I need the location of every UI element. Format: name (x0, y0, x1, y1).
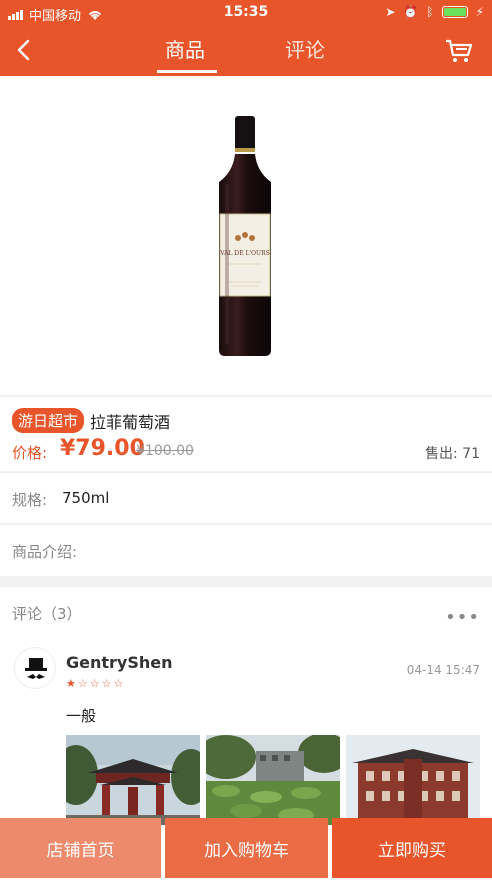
charging-icon: ⚡ (475, 5, 484, 19)
spec-row: 规格: 750ml (0, 472, 492, 523)
back-icon[interactable] (14, 38, 34, 62)
lotus-pond-photo (206, 735, 340, 825)
top-hat-icon (25, 658, 47, 679)
review-photo[interactable] (206, 735, 340, 825)
review-photo[interactable] (66, 735, 200, 825)
buy-now-button[interactable]: 立即购买 (332, 818, 492, 878)
gate-photo (66, 735, 200, 825)
product-info: 游日超市 拉菲葡萄酒 价格: ¥79.00 ¥100.00 售出: 71 (0, 397, 492, 471)
alarm-icon: ⏰ (403, 5, 419, 19)
review-username: GentryShen (66, 653, 173, 672)
bluetooth-icon: ᛒ (426, 5, 434, 19)
review-photo[interactable] (346, 735, 480, 825)
spec-label: 规格: (12, 491, 48, 509)
tab-review[interactable]: 评论 (285, 34, 325, 63)
add-to-cart-button[interactable]: 加入购物车 (165, 818, 328, 878)
shop-home-button[interactable]: 店铺首页 (0, 818, 161, 878)
avatar (14, 647, 56, 689)
status-bar: 中国移动 15:35 ➤ ⏰ ᛒ ⚡ (0, 0, 492, 26)
status-right: ➤ ⏰ ᛒ ⚡ (385, 5, 484, 19)
review-date: 04-14 15:47 (406, 663, 480, 677)
tab-indicator (157, 70, 217, 73)
star-empty-icon: ☆ (77, 677, 90, 690)
sold-count: 售出: 71 (425, 446, 480, 462)
review-text: 一般 (66, 707, 97, 725)
star-filled-icon: ★ (66, 677, 78, 690)
product-price: ¥79.00 (60, 436, 145, 461)
more-icon[interactable]: ••• (445, 607, 480, 628)
wine-bottle-image: VAL DE L'OURS (219, 116, 271, 356)
cart-icon[interactable] (444, 38, 474, 64)
original-price: ¥100.00 (136, 443, 194, 459)
star-empty-icon: ☆ (89, 677, 102, 690)
building-photo (346, 735, 480, 825)
product-name: 拉菲葡萄酒 (90, 413, 171, 432)
intro-label: 商品介绍: (12, 543, 78, 561)
star-empty-icon: ☆ (113, 677, 126, 690)
location-icon: ➤ (385, 5, 396, 19)
star-empty-icon: ☆ (101, 677, 114, 690)
reviews-title: 评论（3） (12, 605, 82, 623)
battery-icon (441, 6, 468, 18)
spec-value: 750ml (62, 489, 110, 507)
nav-bar: 商品 评论 (0, 26, 492, 76)
review-rating: ★☆☆☆☆ (66, 677, 125, 690)
price-label: 价格: (12, 444, 48, 462)
bottom-action-bar: 店铺首页 加入购物车 立即购买 (0, 818, 492, 878)
product-image-area[interactable]: VAL DE L'OURS (0, 76, 492, 396)
intro-row: 商品介绍: (0, 524, 492, 576)
top-bar: 中国移动 15:35 ➤ ⏰ ᛒ ⚡ 商品 评论 (0, 0, 492, 76)
tab-goods[interactable]: 商品 (165, 34, 205, 63)
shop-tag[interactable]: 游日超市 (12, 408, 85, 433)
